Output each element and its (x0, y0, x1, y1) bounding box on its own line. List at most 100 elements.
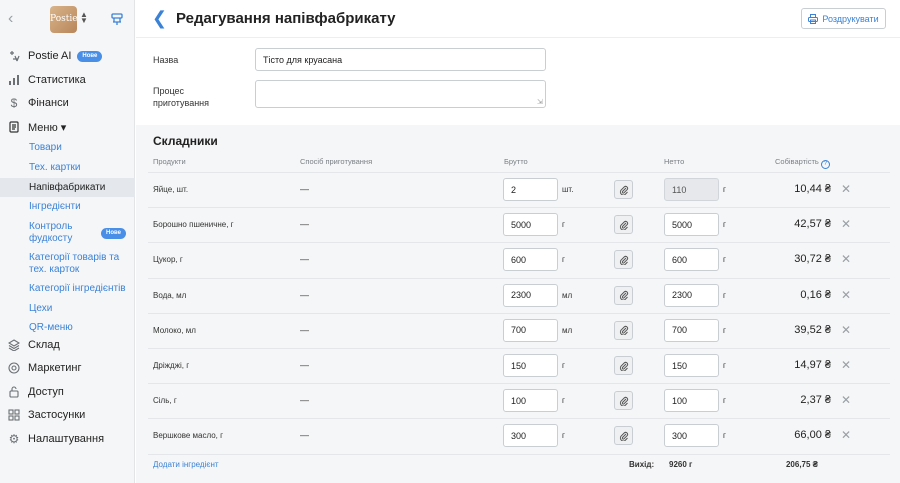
remove-row-icon[interactable]: ✕ (841, 253, 851, 265)
net-unit: г (723, 255, 726, 265)
row-cost: 0,16 ₴ (800, 288, 831, 301)
gear-icon: ⚙ (8, 432, 20, 446)
attach-button[interactable] (614, 250, 633, 270)
page-header: ❮ Редагування напівфабрикату Роздрукуват… (136, 0, 900, 38)
row-divider (148, 242, 890, 244)
table-row: Яйце, шт. — 2 шт. 110 г 10,44 ₴ ✕ (136, 172, 900, 207)
sidebar-subitem-qr-menu[interactable]: QR-меню (0, 321, 135, 335)
net-input[interactable]: 300 (664, 424, 719, 448)
sidebar-item-marketing[interactable]: Маркетинг (0, 357, 135, 379)
attach-button[interactable] (614, 391, 633, 411)
printer-settings-icon[interactable] (110, 12, 124, 26)
gross-unit: г (562, 431, 565, 441)
print-button[interactable]: Роздрукувати (801, 8, 886, 29)
attach-button[interactable] (614, 215, 633, 235)
net-input[interactable]: 700 (664, 318, 719, 342)
gross-unit: г (562, 361, 565, 370)
net-input[interactable]: 150 (664, 354, 719, 377)
product-name: Сіль, г (153, 396, 177, 406)
main-content: ❮ Редагування напівфабрикату Роздрукуват… (136, 0, 900, 483)
sidebar-top: ‹ Postie ▲ ▼ (0, 0, 134, 38)
attach-button[interactable] (614, 426, 633, 446)
product-name: Цукор, г (153, 255, 183, 265)
gross-input[interactable]: 2300 (503, 283, 558, 307)
sidebar-item-statistics[interactable]: Статистика (0, 69, 135, 91)
sidebar-subitem-product-categories[interactable]: Категорії товарів та тех. карток (0, 251, 135, 277)
sidebar-subitem-workshops[interactable]: Цехи (0, 302, 135, 316)
account-logo[interactable]: Postie (50, 6, 78, 33)
row-divider (148, 312, 890, 314)
yield-value: 9260 г (669, 460, 693, 469)
row-divider (148, 453, 890, 455)
sidebar-item-label: Фінанси (28, 97, 69, 109)
sidebar-item-menu[interactable]: Меню ▾ (0, 116, 135, 138)
product-name: Дріжджі, г (153, 361, 190, 370)
resize-handle-icon[interactable]: ⇲ (537, 98, 543, 106)
gross-input[interactable]: 300 (503, 424, 558, 448)
sidebar-subitem-ingredient-categories[interactable]: Категорії інгредієнтів (0, 282, 135, 296)
column-header-method: Спосіб приготування (300, 157, 373, 166)
attach-button[interactable] (614, 180, 633, 199)
column-header-products: Продукти (153, 157, 186, 166)
remove-row-icon[interactable]: ✕ (841, 289, 851, 301)
sidebar-item-settings[interactable]: ⚙ Налаштування (0, 428, 135, 450)
row-divider (148, 172, 890, 173)
help-icon[interactable]: ? (820, 160, 830, 169)
column-header-cost: Собівартість? (775, 157, 830, 169)
page-title: Редагування напівфабрикату (176, 10, 396, 27)
sidebar-item-label: Маркетинг (28, 362, 82, 374)
net-unit: г (723, 361, 726, 370)
remove-row-icon[interactable]: ✕ (841, 394, 851, 406)
back-arrow-icon[interactable]: ❮ (152, 9, 167, 27)
sidebar-subitem-semi-finished[interactable]: Напівфабрикати (0, 178, 135, 197)
sidebar-item-label: Налаштування (28, 433, 105, 445)
net-input[interactable]: 5000 (664, 213, 719, 237)
gross-input[interactable]: 2 (503, 178, 558, 201)
sidebar-item-apps[interactable]: Застосунки (0, 404, 135, 426)
sidebar-item-postie-ai[interactable]: Postie AI Нове (0, 45, 135, 67)
sidebar-subitem-tech-cards[interactable]: Тех. картки (0, 161, 135, 175)
sidebar-item-label: Доступ (28, 386, 64, 398)
sidebar-item-label: Статистика (28, 74, 86, 86)
row-divider (148, 207, 890, 209)
gross-input[interactable]: 700 (503, 318, 558, 342)
sidebar-item-storage[interactable]: Склад (0, 334, 135, 356)
add-ingredient-link[interactable]: Додати інгредієнт (153, 460, 219, 469)
process-textarea[interactable] (255, 80, 546, 108)
row-cost: 30,72 ₴ (794, 253, 831, 266)
attach-button[interactable] (614, 356, 633, 375)
net-input[interactable]: 100 (664, 389, 719, 413)
sidebar-item-finance[interactable]: $ Фінанси (0, 92, 135, 114)
product-name: Вершкове масло, г (153, 431, 224, 441)
gross-input[interactable]: 600 (503, 248, 558, 272)
net-input[interactable]: 2300 (664, 283, 719, 307)
remove-row-icon[interactable]: ✕ (841, 218, 851, 230)
product-name: Молоко, мл (153, 325, 196, 335)
sidebar-subitem-products[interactable]: Товари (0, 141, 135, 155)
preparation-method: — (300, 360, 309, 370)
sidebar-subitem-foodcost-control[interactable]: Контроль фудкосту Нове (0, 220, 135, 246)
remove-row-icon[interactable]: ✕ (841, 359, 851, 371)
sidebar-item-access[interactable]: Доступ (0, 381, 135, 403)
sidebar-subitem-ingredients[interactable]: Інгредієнти (0, 200, 135, 214)
attach-button[interactable] (614, 320, 633, 340)
preparation-method: — (300, 395, 309, 406)
name-input[interactable]: Тісто для круасана (255, 48, 546, 71)
net-unit: г (723, 220, 726, 230)
gross-unit: г (562, 255, 565, 265)
net-input[interactable]: 600 (664, 248, 719, 272)
gross-unit: шт. (562, 185, 574, 194)
attach-button[interactable] (614, 285, 633, 305)
paperclip-icon (619, 291, 628, 301)
gross-unit: мл (562, 290, 573, 300)
gross-input[interactable]: 100 (503, 389, 558, 413)
gross-input[interactable]: 150 (503, 354, 558, 377)
chevron-left-icon[interactable]: ‹ (8, 11, 20, 27)
remove-row-icon[interactable]: ✕ (841, 429, 851, 441)
apps-grid-icon (0, 409, 28, 421)
gross-input[interactable]: 5000 (503, 213, 558, 237)
table-row: Цукор, г — 600 г 600 г 30,72 ₴ ✕ (136, 242, 900, 277)
remove-row-icon[interactable]: ✕ (841, 324, 851, 336)
remove-row-icon[interactable]: ✕ (841, 183, 851, 195)
account-switch-icon[interactable]: ▲ ▼ (80, 11, 88, 25)
